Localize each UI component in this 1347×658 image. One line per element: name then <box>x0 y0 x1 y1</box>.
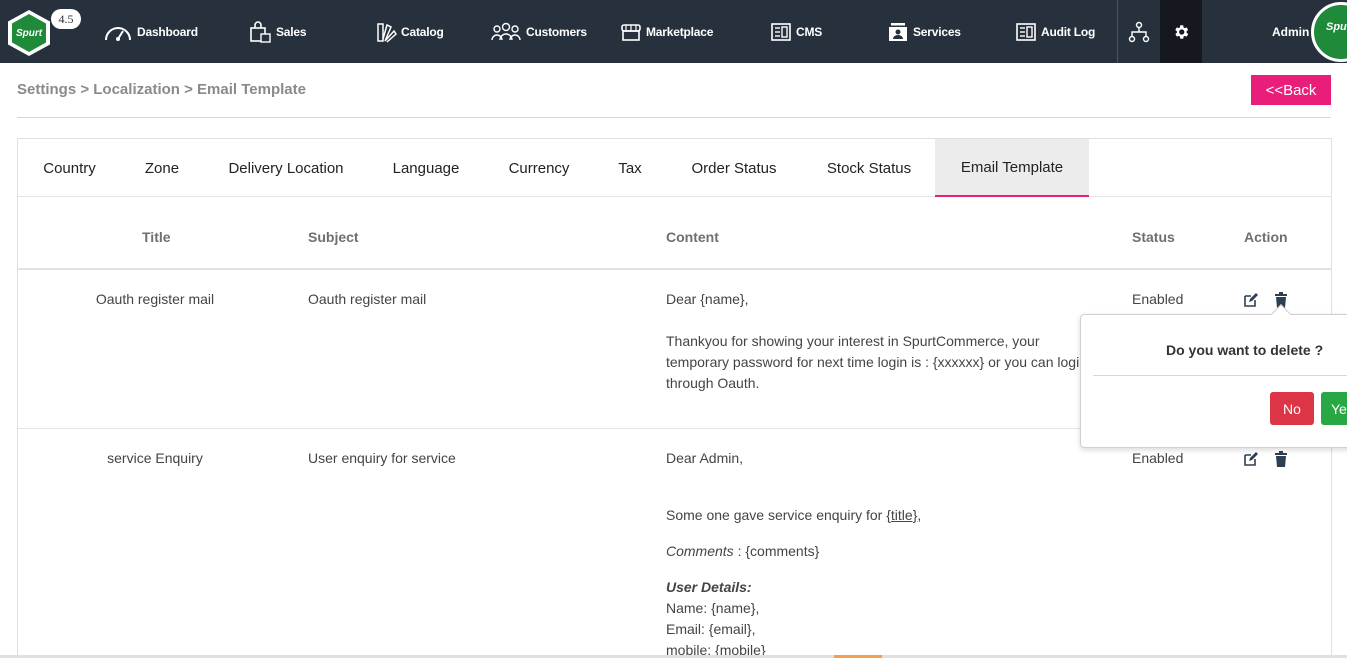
customers-group-icon <box>491 22 521 40</box>
nav-item-cms[interactable]: CMS <box>770 0 822 63</box>
row-content-user-details: User Details: <box>666 579 752 595</box>
settings-button[interactable] <box>1160 0 1202 63</box>
shopping-bag-icon <box>250 20 271 43</box>
column-header-action: Action <box>1244 229 1288 245</box>
row-subject: Oauth register mail <box>308 291 427 307</box>
row-content-line: Name: {name}, <box>666 600 760 616</box>
row-title: service Enquiry <box>107 450 203 466</box>
storefront-icon <box>621 23 641 41</box>
row-content-line: through Oauth. <box>666 375 760 391</box>
services-person-icon <box>889 22 907 41</box>
row-status: Enabled <box>1132 291 1184 307</box>
content-text: Some one gave service enquiry for <box>666 507 887 523</box>
row-content-greeting: Dear Admin, <box>666 450 744 466</box>
nav-label-customers: Customers <box>526 24 587 39</box>
nav-label-services: Services <box>913 24 961 39</box>
version-badge: 4.5 <box>51 9 81 29</box>
tab-email-template[interactable]: Email Template <box>935 139 1089 197</box>
nav-item-audit-log[interactable]: Audit Log <box>1015 0 1095 63</box>
catalog-swatch-icon <box>377 22 397 43</box>
tab-language[interactable]: Language <box>369 139 483 197</box>
spurt-logo[interactable]: Spurt <box>8 10 50 56</box>
edit-button[interactable] <box>1242 291 1260 309</box>
nav-label-audit-log: Audit Log <box>1041 24 1096 39</box>
org-chart-button[interactable] <box>1118 0 1160 63</box>
localization-tabs: Country Zone Delivery Location Language … <box>18 139 1331 197</box>
row-content-greeting: Dear {name}, <box>666 291 749 307</box>
tab-delivery-location[interactable]: Delivery Location <box>203 139 369 197</box>
delete-confirm-question: Do you want to delete ? <box>1166 342 1324 358</box>
comments-value: : {comments} <box>733 543 820 559</box>
top-navigation-bar: Spurt 4.5 Dashboard Sales Catalog Custom… <box>0 0 1347 63</box>
admin-label[interactable]: Admin <box>1272 0 1309 63</box>
tab-order-status[interactable]: Order Status <box>665 139 803 197</box>
back-button[interactable]: <<Back <box>1251 75 1331 105</box>
column-header-title: Title <box>142 229 171 245</box>
nav-item-dashboard[interactable]: Dashboard <box>103 0 198 63</box>
edit-icon <box>1244 452 1258 466</box>
tab-country[interactable]: Country <box>18 139 121 197</box>
row-content-line: Some one gave service enquiry for {title… <box>666 505 921 526</box>
nav-label-cms: CMS <box>796 24 823 39</box>
content-text: , <box>917 507 922 523</box>
comments-label: Comments <box>666 543 734 559</box>
edit-button[interactable] <box>1242 450 1260 468</box>
audit-log-icon <box>1016 22 1036 41</box>
org-chart-icon <box>1128 21 1150 42</box>
divider <box>17 117 1331 118</box>
avatar[interactable]: Spurt <box>1311 2 1347 62</box>
avatar-logo-text: Spurt <box>1326 21 1347 33</box>
nav-item-customers[interactable]: Customers <box>490 0 587 63</box>
column-header-subject: Subject <box>308 229 359 245</box>
tab-zone[interactable]: Zone <box>121 139 203 197</box>
nav-label-sales: Sales <box>276 24 307 39</box>
row-content-line: Thankyou for showing your interest in Sp… <box>666 333 1040 349</box>
nav-label-dashboard: Dashboard <box>137 24 198 39</box>
row-title: Oauth register mail <box>95 291 215 307</box>
content-link: {title} <box>886 507 918 523</box>
header-divider <box>18 268 1331 270</box>
confirm-no-button[interactable]: No <box>1270 392 1314 425</box>
nav-label-catalog: Catalog <box>401 24 444 39</box>
row-content-line: temporary password for next time login i… <box>666 354 1087 370</box>
nav-item-catalog[interactable]: Catalog <box>375 0 444 63</box>
column-header-status: Status <box>1132 229 1175 245</box>
tab-tax[interactable]: Tax <box>595 139 665 197</box>
row-content-line: Email: {email}, <box>666 621 756 637</box>
gear-icon <box>1175 24 1189 39</box>
confirm-yes-button[interactable]: Yes <box>1321 392 1347 425</box>
tab-stock-status[interactable]: Stock Status <box>803 139 935 197</box>
cms-document-icon <box>771 22 791 41</box>
trash-icon <box>1275 451 1287 467</box>
delete-confirm-popover: Do you want to delete ? No Yes <box>1080 304 1347 448</box>
row-subject: User enquiry for service <box>308 450 456 466</box>
row-content-comments: Comments : {comments} <box>666 541 819 562</box>
logo-text: Spurt <box>15 27 43 39</box>
nav-label-marketplace: Marketplace <box>646 24 714 39</box>
breadcrumb: Settings > Localization > Email Template <box>17 81 306 98</box>
column-header-content: Content <box>666 229 719 245</box>
nav-item-services[interactable]: Services <box>887 0 961 63</box>
delete-button[interactable] <box>1272 450 1290 468</box>
edit-icon <box>1244 293 1258 307</box>
dashboard-gauge-icon <box>105 26 131 41</box>
row-status: Enabled <box>1132 450 1184 466</box>
nav-item-marketplace[interactable]: Marketplace <box>620 0 713 63</box>
popover-divider <box>1093 375 1347 376</box>
tab-currency[interactable]: Currency <box>483 139 595 197</box>
nav-item-sales[interactable]: Sales <box>248 0 307 63</box>
